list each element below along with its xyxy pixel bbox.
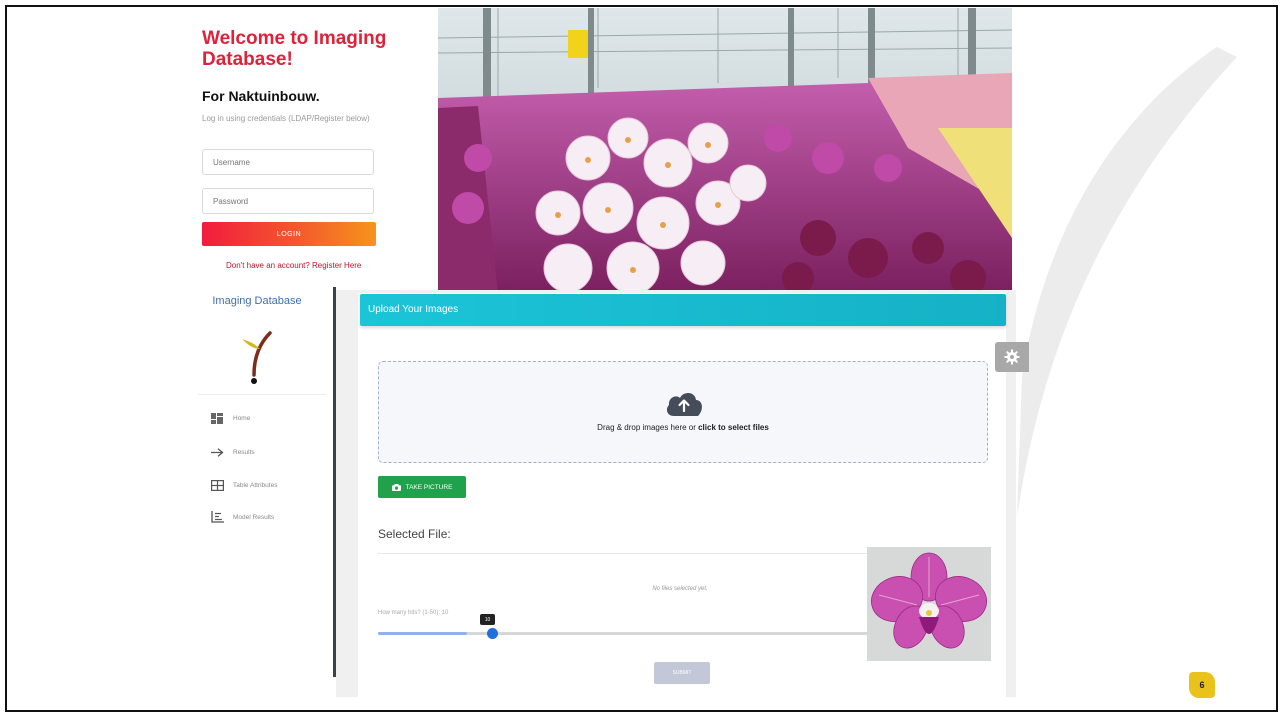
sidebar-item-label: Results: [233, 448, 255, 456]
sidebar-brand: Imaging Database: [212, 295, 302, 307]
greenhouse-photo: [438, 8, 1012, 295]
no-files-message: No files selected yet.: [652, 586, 708, 592]
take-picture-button[interactable]: TAKE PICTURE: [378, 476, 466, 498]
table-icon: [210, 478, 224, 492]
hits-slider-tooltip: 10: [480, 614, 495, 625]
camera-icon: [391, 483, 401, 491]
sidebar-item-label: Home: [233, 414, 251, 422]
page-number-badge: 6: [1189, 672, 1215, 698]
password-field[interactable]: [202, 188, 374, 214]
sidebar-item-model-results[interactable]: Model Results: [210, 509, 274, 525]
sidebar: Imaging Database Home Results Table Attr…: [190, 287, 334, 697]
selected-orchid-image: [867, 547, 991, 661]
list-chart-icon: [210, 510, 224, 524]
register-link[interactable]: Don't have an account? Register Here: [226, 261, 361, 270]
arrow-right-icon: [210, 445, 224, 459]
sidebar-item-home[interactable]: Home: [210, 410, 250, 426]
selected-file-title: Selected File:: [378, 527, 451, 541]
login-title: Welcome to Imaging Database!: [202, 28, 387, 70]
sidebar-divider: [198, 394, 326, 395]
login-button[interactable]: LOGIN: [202, 222, 376, 246]
hits-slider-fill: [378, 632, 467, 635]
login-subtitle: For Naktuinbouw.: [202, 88, 320, 104]
username-field[interactable]: [202, 149, 374, 175]
selected-file-divider: [378, 553, 872, 554]
select-files-link[interactable]: click to select files: [698, 423, 769, 432]
app-logo: [242, 331, 272, 384]
login-hint: Log in using credentials (LDAP/Register …: [202, 114, 370, 123]
sidebar-item-label: Table Attributes: [233, 481, 278, 489]
take-picture-label: TAKE PICTURE: [405, 483, 453, 491]
gear-icon: [1004, 349, 1020, 365]
sidebar-item-label: Model Results: [233, 513, 275, 521]
settings-button[interactable]: [995, 342, 1029, 372]
submit-button[interactable]: SUBMIT: [654, 662, 710, 684]
decorative-swoosh: [1017, 47, 1237, 517]
dashboard-icon: [210, 411, 224, 425]
hits-label: How many hits? (1-50): 10: [378, 610, 449, 616]
hits-slider[interactable]: [378, 632, 872, 635]
sidebar-item-table-attributes[interactable]: Table Attributes: [210, 477, 277, 493]
file-dropzone[interactable]: Drag & drop images here or click to sele…: [378, 361, 988, 463]
login-panel: Welcome to Imaging Database! For Naktuin…: [190, 8, 438, 295]
cloud-upload-icon: [666, 392, 702, 416]
dropzone-text: Drag & drop images here or click to sele…: [597, 423, 769, 432]
hits-slider-thumb[interactable]: [487, 628, 498, 639]
sidebar-item-results[interactable]: Results: [210, 444, 255, 460]
upload-card-header: Upload Your Images: [360, 294, 1006, 326]
